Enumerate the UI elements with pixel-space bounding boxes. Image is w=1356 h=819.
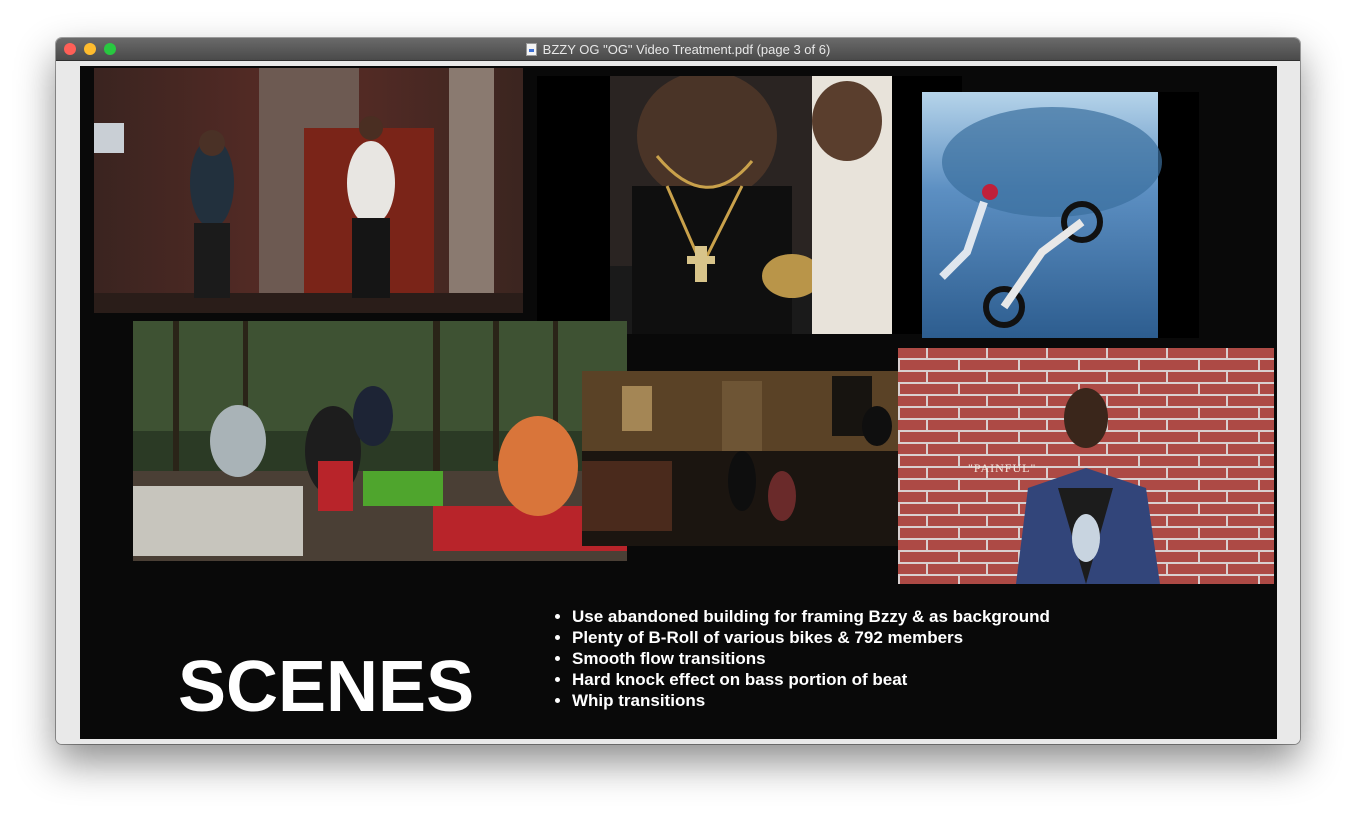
bullet-item: Plenty of B-Roll of various bikes & 792 … xyxy=(572,627,1050,648)
title-bar[interactable]: BZZY OG "OG" Video Treatment.pdf (page 3… xyxy=(56,38,1300,61)
document-view[interactable]: "PAINFUL" SCENES Use abandoned building … xyxy=(56,61,1300,744)
photo-caption-painful: "PAINFUL" xyxy=(968,461,1037,475)
pdf-page: "PAINFUL" SCENES Use abandoned building … xyxy=(80,66,1277,739)
bullet-item: Hard knock effect on bass portion of bea… xyxy=(572,669,1050,690)
photo-atv-riders-forest xyxy=(133,321,627,561)
photo-gold-chain-closeup xyxy=(537,76,962,334)
bullet-item: Whip transitions xyxy=(572,690,1050,711)
photo-abandoned-building xyxy=(94,68,523,313)
bullet-list: Use abandoned building for framing Bzzy … xyxy=(550,606,1050,711)
window-title: BZZY OG "OG" Video Treatment.pdf (page 3… xyxy=(56,38,1300,60)
window-title-text: BZZY OG "OG" Video Treatment.pdf (page 3… xyxy=(542,41,831,57)
bullet-item: Use abandoned building for framing Bzzy … xyxy=(572,606,1050,627)
slide-heading: SCENES xyxy=(178,647,475,727)
preview-window: BZZY OG "OG" Video Treatment.pdf (page 3… xyxy=(56,38,1300,744)
bullet-item: Smooth flow transitions xyxy=(572,648,1050,669)
photo-night-porch xyxy=(582,371,942,546)
pdf-document-icon xyxy=(525,42,537,56)
photo-brick-wall-portrait: "PAINFUL" xyxy=(898,348,1274,584)
photo-motorbike-wheelie xyxy=(922,92,1199,338)
